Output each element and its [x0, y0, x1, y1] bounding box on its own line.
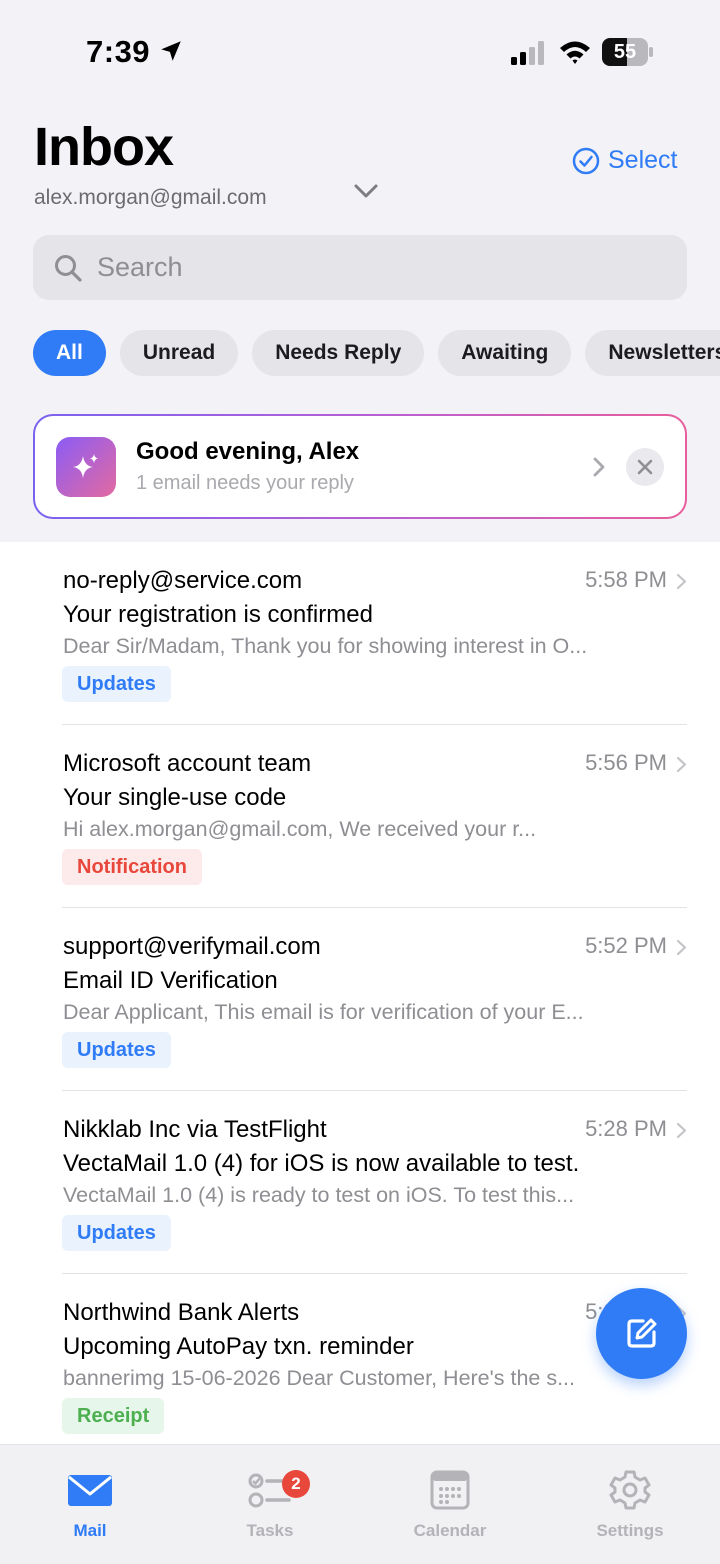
- email-sender: Microsoft account team: [63, 750, 312, 777]
- envelope-icon: [68, 1475, 112, 1506]
- chevron-right-icon: [676, 939, 687, 956]
- notification-badge: 2: [282, 1470, 310, 1498]
- checkmark-circle-icon: [572, 147, 600, 174]
- gear-icon: [609, 1470, 651, 1510]
- email-subject: VectaMail 1.0 (4) for iOS is now availab…: [63, 1150, 580, 1177]
- tab-calendar[interactable]: Calendar: [380, 1469, 520, 1541]
- email-sender: support@verifymail.com: [63, 933, 321, 960]
- cellular-signal-icon: [511, 41, 544, 65]
- email-time: 5:58 PM: [585, 567, 667, 592]
- tab-settings[interactable]: Settings: [560, 1469, 700, 1541]
- filter-chip-awaiting[interactable]: Awaiting: [438, 330, 572, 376]
- email-row[interactable]: Nikklab Inc via TestFlight 5:28 PM Vecta…: [62, 1091, 687, 1274]
- greeting-title: Good evening, Alex: [136, 438, 360, 465]
- email-preview: Hi alex.morgan@gmail.com, We received yo…: [63, 817, 537, 841]
- email-sender: Nikklab Inc via TestFlight: [63, 1116, 327, 1143]
- chevron-right-icon[interactable]: [591, 456, 607, 478]
- tab-label: Settings: [596, 1521, 664, 1540]
- category-tag: Updates: [62, 1215, 171, 1251]
- chevron-right-icon: [676, 573, 687, 590]
- email-row[interactable]: no-reply@service.com 5:58 PM Your regist…: [62, 542, 687, 725]
- tab-bar: Mail 2 Tasks Calendar Settings: [0, 1444, 720, 1564]
- tab-label: Calendar: [413, 1521, 487, 1540]
- email-subject: Upcoming AutoPay txn. reminder: [63, 1333, 414, 1360]
- dismiss-button[interactable]: [626, 448, 664, 486]
- wifi-icon: [560, 41, 590, 64]
- email-time: 5:56 PM: [585, 750, 667, 775]
- email-preview: VectaMail 1.0 (4) is ready to test on iO…: [63, 1183, 575, 1207]
- search-bar[interactable]: [33, 235, 687, 300]
- sparkles-icon: [56, 437, 116, 497]
- calendar-icon: [430, 1470, 470, 1510]
- email-sender: Northwind Bank Alerts: [63, 1299, 300, 1326]
- greeting-subtitle: 1 email needs your reply: [136, 472, 354, 494]
- email-sender: no-reply@service.com: [63, 567, 303, 594]
- email-subject: Your registration is confirmed: [63, 601, 373, 628]
- battery-percent: 55: [613, 41, 637, 63]
- email-preview: bannerimg 15-06-2026 Dear Customer, Here…: [63, 1366, 576, 1390]
- email-preview: Dear Applicant, This email is for verifi…: [63, 1000, 584, 1024]
- chevron-right-icon: [676, 756, 687, 773]
- battery-icon: 55: [602, 38, 653, 66]
- filter-chip-all[interactable]: All: [33, 330, 106, 376]
- category-tag: Receipt: [62, 1398, 165, 1434]
- email-row[interactable]: Microsoft account team 5:56 PM Your sing…: [62, 725, 687, 908]
- tab-tasks[interactable]: 2 Tasks: [200, 1469, 340, 1541]
- chevron-right-icon: [676, 1122, 687, 1139]
- filter-chips: All Unread Needs Reply Awaiting Newslett…: [33, 330, 720, 376]
- search-input[interactable]: [97, 252, 617, 283]
- chevron-down-icon[interactable]: [352, 180, 380, 202]
- email-time: 5:52 PM: [585, 933, 667, 958]
- email-subject: Your single-use code: [63, 784, 287, 811]
- email-row[interactable]: support@verifymail.com 5:52 PM Email ID …: [62, 908, 687, 1091]
- email-preview: Dear Sir/Madam, Thank you for showing in…: [63, 634, 588, 658]
- category-tag: Updates: [62, 666, 171, 702]
- email-time: 5:28 PM: [585, 1116, 667, 1141]
- status-bar: 7:39 55: [0, 0, 720, 100]
- select-label: Select: [608, 146, 678, 174]
- account-email[interactable]: alex.morgan@gmail.com: [34, 186, 267, 210]
- category-tag: Notification: [62, 849, 202, 885]
- tab-label: Tasks: [246, 1521, 294, 1540]
- greeting-card[interactable]: Good evening, Alex 1 email needs your re…: [33, 414, 687, 519]
- select-button[interactable]: Select: [572, 146, 677, 175]
- filter-chip-newsletters[interactable]: Newsletters: [585, 330, 720, 376]
- filter-chip-needs-reply[interactable]: Needs Reply: [252, 330, 425, 376]
- email-subject: Email ID Verification: [63, 967, 278, 994]
- tab-mail[interactable]: Mail: [20, 1469, 160, 1541]
- filter-chip-unread[interactable]: Unread: [119, 330, 239, 376]
- search-icon: [55, 254, 82, 282]
- tab-label: Mail: [73, 1521, 107, 1540]
- status-time: 7:39: [86, 34, 151, 69]
- compose-button[interactable]: [596, 1288, 687, 1379]
- close-icon: [637, 459, 653, 475]
- location-arrow-icon: [161, 41, 181, 61]
- category-tag: Updates: [62, 1032, 171, 1068]
- page-title: Inbox: [34, 117, 174, 177]
- compose-icon: [627, 1318, 657, 1348]
- email-row[interactable]: Northwind Bank Alerts 5:27 PM Upcoming A…: [62, 1274, 687, 1444]
